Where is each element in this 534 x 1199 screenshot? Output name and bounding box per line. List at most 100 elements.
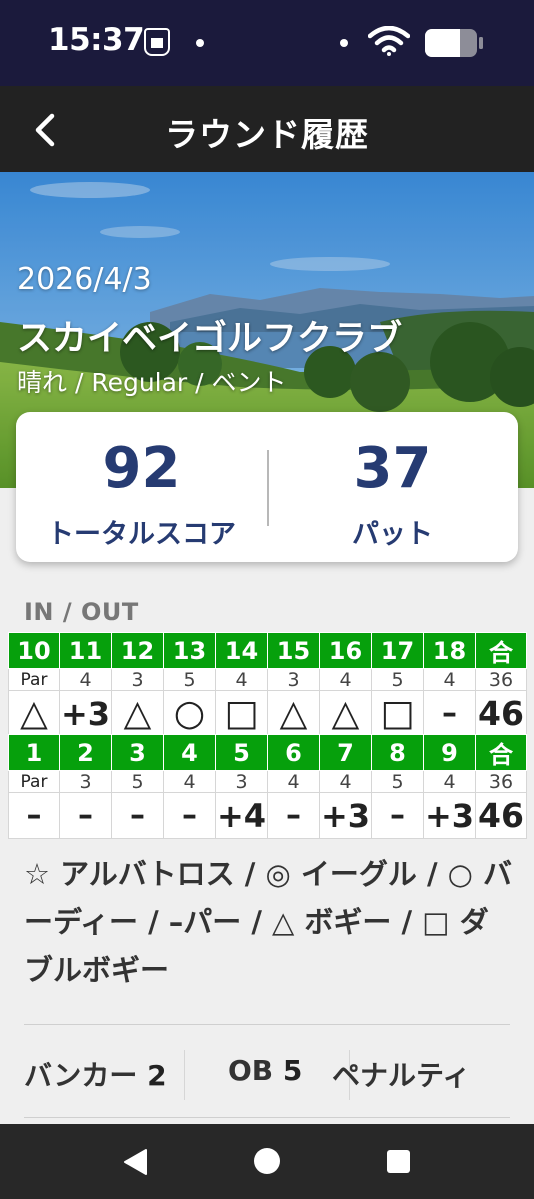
par-value: 3 [111, 668, 164, 691]
par-value: 5 [111, 770, 164, 793]
hole-number: 4 [163, 734, 216, 771]
putts-summary: 37 パット [267, 412, 518, 562]
hole-number: 13 [163, 632, 216, 669]
par-value: 4 [267, 770, 320, 793]
hole-score: △ [8, 690, 60, 737]
hole-number: 1 [8, 734, 60, 771]
stat-value: 2 [147, 1059, 167, 1092]
par-value: 4 [215, 668, 268, 691]
hole-number: 18 [423, 632, 476, 669]
scorecard-out: 1 2 3 4 5 6 7 8 9 合 Par 3 5 4 3 4 4 5 4 … [8, 734, 527, 839]
hole-score: ○ [163, 690, 216, 737]
par-value: 4 [423, 770, 476, 793]
score-total: 46 [475, 792, 527, 839]
wifi-icon [368, 26, 410, 56]
par-label: Par [8, 668, 60, 691]
round-conditions: 晴れ / Regular / ベント [17, 368, 287, 397]
hole-score: △ [267, 690, 320, 737]
hole-score: +3 [319, 792, 372, 839]
page-title: ラウンド履歴 [165, 115, 369, 154]
divider [24, 1117, 510, 1118]
app-header: ラウンド履歴 [0, 86, 534, 172]
par-value: 3 [267, 668, 320, 691]
par-total: 36 [475, 770, 527, 793]
hole-number: 3 [111, 734, 164, 771]
hole-score: – [8, 792, 60, 839]
stat-value: 5 [282, 1054, 303, 1087]
hole-number-row: 1 2 3 4 5 6 7 8 9 合 [8, 734, 527, 771]
hole-score: – [423, 690, 476, 737]
hole-score: △ [319, 690, 372, 737]
par-value: 4 [59, 668, 112, 691]
hole-number: 7 [319, 734, 372, 771]
hole-number: 12 [111, 632, 164, 669]
hole-number: 6 [267, 734, 320, 771]
stat-bunker: バンカー 2 [24, 1054, 167, 1094]
divider [184, 1050, 185, 1100]
hole-number: 11 [59, 632, 112, 669]
hole-score: +4 [215, 792, 268, 839]
total-score-summary: 92 トータルスコア [16, 412, 267, 562]
app-notification-icon [144, 28, 170, 56]
par-row: Par 3 5 4 3 4 4 5 4 36 [8, 770, 527, 793]
total-header: 合 [475, 632, 527, 669]
putts-label: パット [352, 519, 433, 550]
home-circle-icon[interactable] [254, 1148, 280, 1174]
putts-value: 37 [353, 436, 432, 501]
system-nav-bar [0, 1124, 534, 1199]
par-total: 36 [475, 668, 527, 691]
total-score-value: 92 [102, 436, 181, 501]
hole-number: 9 [423, 734, 476, 771]
back-triangle-icon[interactable] [122, 1148, 148, 1176]
hole-score: □ [371, 690, 424, 737]
score-total: 46 [475, 690, 527, 737]
total-score-label: トータルスコア [47, 519, 236, 550]
hole-score: +3 [423, 792, 476, 839]
hole-score: – [59, 792, 112, 839]
par-value: 5 [371, 668, 424, 691]
stat-penalty: ペナルティ [332, 1054, 510, 1094]
par-value: 4 [423, 668, 476, 691]
hole-number: 2 [59, 734, 112, 771]
hole-score: – [371, 792, 424, 839]
par-value: 5 [163, 668, 216, 691]
score-row: △ +3 △ ○ □ △ △ □ – 46 [8, 690, 527, 737]
par-value: 4 [319, 668, 372, 691]
par-value: 3 [59, 770, 112, 793]
hole-score: – [267, 792, 320, 839]
hole-number: 5 [215, 734, 268, 771]
hole-number: 14 [215, 632, 268, 669]
hole-number: 17 [371, 632, 424, 669]
round-date: 2026/4/3 [17, 262, 152, 297]
par-value: 4 [319, 770, 372, 793]
par-value: 4 [163, 770, 216, 793]
hole-number: 10 [8, 632, 60, 669]
total-header: 合 [475, 734, 527, 771]
course-name: スカイベイゴルフクラブ [17, 319, 403, 359]
dot-icon [340, 39, 348, 47]
summary-card: 92 トータルスコア 37 パット [16, 412, 518, 562]
stat-ob: OB 5 [228, 1054, 302, 1087]
battery-icon [425, 29, 483, 57]
score-row: – – – – +4 – +3 – +3 46 [8, 792, 527, 839]
stat-label: バンカー [24, 1059, 138, 1092]
divider [24, 1024, 510, 1025]
status-bar: 15:37 [0, 0, 534, 86]
hole-score: – [163, 792, 216, 839]
hole-number: 8 [371, 734, 424, 771]
hole-number: 15 [267, 632, 320, 669]
scorecard-section-label: IN / OUT [24, 598, 139, 626]
status-time: 15:37 [48, 22, 145, 58]
hole-score: – [111, 792, 164, 839]
hole-score: □ [215, 690, 268, 737]
stat-label: ペナルティ [332, 1059, 471, 1092]
hole-score: +3 [59, 690, 112, 737]
recents-square-icon[interactable] [387, 1150, 410, 1173]
par-row: Par 4 3 5 4 3 4 5 4 36 [8, 668, 527, 691]
dot-icon [196, 39, 204, 47]
hole-number-row: 10 11 12 13 14 15 16 17 18 合 [8, 632, 527, 669]
score-symbol-legend: ☆ アルバトロス / ◎ イーグル / ○ バーディー / –パー / △ ボギ… [24, 857, 513, 987]
hole-number: 16 [319, 632, 372, 669]
par-value: 5 [371, 770, 424, 793]
par-value: 3 [215, 770, 268, 793]
